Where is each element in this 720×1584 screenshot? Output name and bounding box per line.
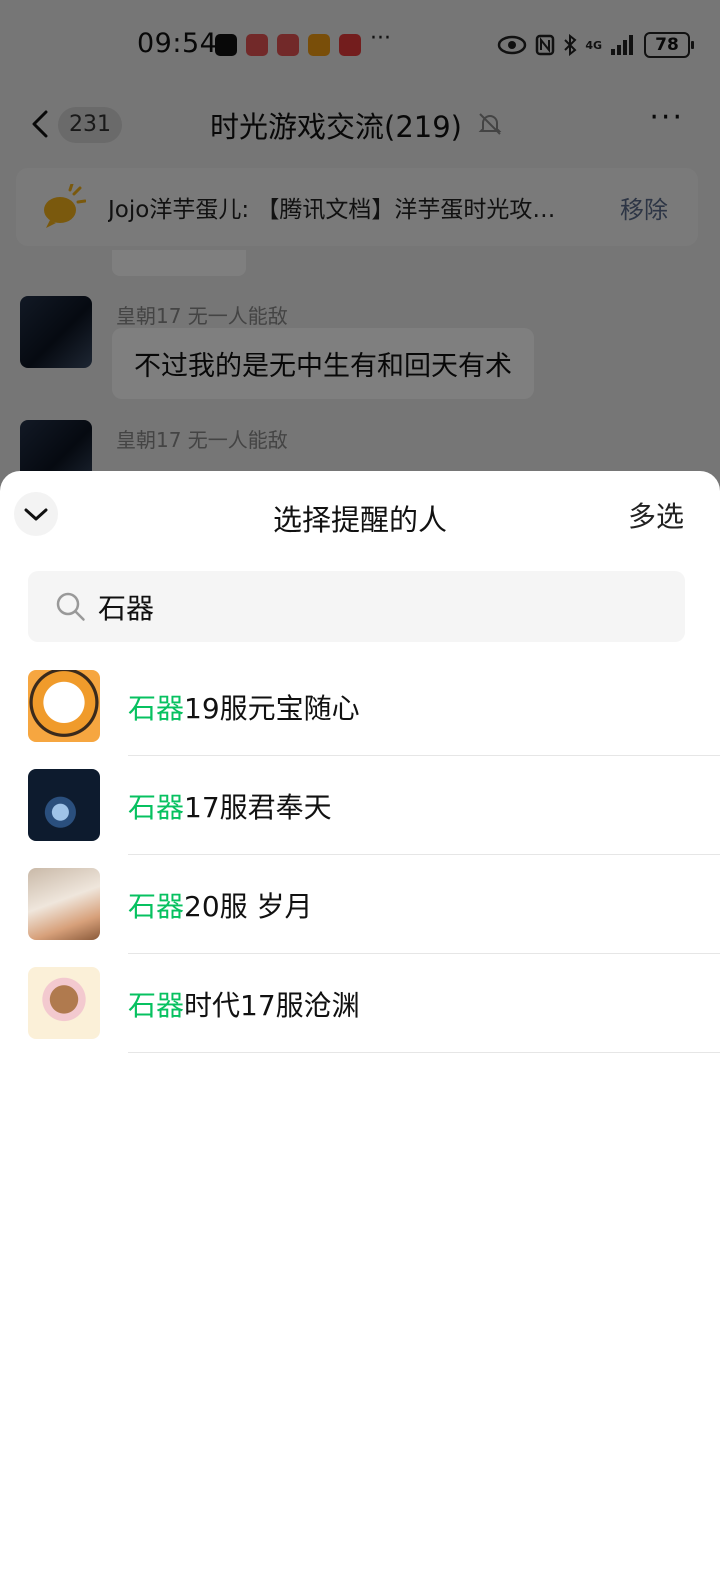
member-name-rest: 19服元宝随心 [184,692,360,725]
match-highlight: 石器 [128,890,185,923]
avatar [28,868,100,940]
member-results-list: 石器19服元宝随心 石器17服君奉天 石器20服 岁月 石器时代17服沧渊 [0,657,720,1053]
list-item[interactable]: 石器19服元宝随心 [0,657,720,756]
member-name: 石器20服 岁月 [128,885,313,925]
member-name-rest: 20服 岁月 [184,890,313,923]
avatar [28,769,100,841]
mention-picker-sheet: 选择提醒的人 多选 石器19服元宝随心 石器17服君奉天 石器20服 岁月 石器… [0,471,720,1584]
match-highlight: 石器 [128,791,185,824]
list-item[interactable]: 石器17服君奉天 [0,756,720,855]
list-item[interactable]: 石器20服 岁月 [0,855,720,954]
avatar [28,670,100,742]
member-name: 石器17服君奉天 [128,786,332,826]
avatar [28,967,100,1039]
member-name: 石器19服元宝随心 [128,687,360,727]
search-box[interactable] [28,571,685,642]
search-icon [56,592,85,621]
member-name-rest: 17服君奉天 [184,791,332,824]
match-highlight: 石器 [128,989,185,1022]
multi-select-button[interactable]: 多选 [628,495,684,535]
search-input[interactable] [98,571,658,642]
sheet-title: 选择提醒的人 [272,503,447,537]
member-name-rest: 时代17服沧渊 [184,989,360,1022]
divider [128,1052,720,1053]
member-name: 石器时代17服沧渊 [128,984,360,1024]
match-highlight: 石器 [128,692,185,725]
list-item[interactable]: 石器时代17服沧渊 [0,954,720,1053]
